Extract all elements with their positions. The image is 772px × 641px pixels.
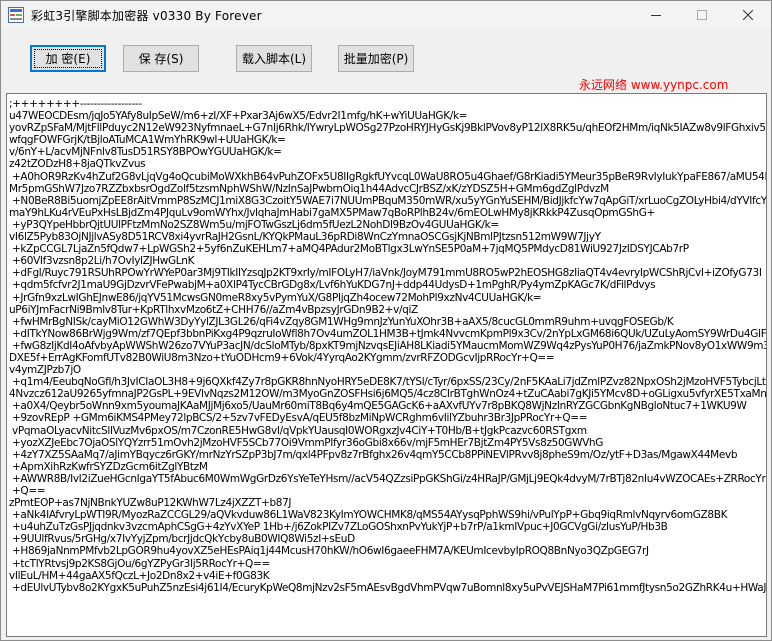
script-line: maY9hLKu4rVEuPxHsLBjdZm4PJquLv9omWYhx/Jv… xyxy=(9,206,655,219)
script-line: +9zovREpP +GMm6iKMS4PMey72lpBCS/2+5zv7vF… xyxy=(9,412,588,425)
script-line: +4zY7XZ5SAaMq7/aJimYBqycz6rGKY/mrNzYrSZp… xyxy=(9,448,738,461)
script-line: +aNk4IAfvryLpWTI9R/MyozRaZCCGL29/aQVkvdu… xyxy=(9,509,728,522)
script-line: +qdm5fcfvr2J1maU9GjDzvrVFePwabjM+a0XlP4T… xyxy=(9,279,656,292)
app-icon xyxy=(8,7,24,23)
website-link[interactable]: 永远网络 www.yynpc.com xyxy=(579,76,728,93)
script-line: vPqmaOLyacvNitcSlIVuzMv6pxOS/m7CzonRE5Hw… xyxy=(9,424,587,437)
script-line: +fwHMrBgNISk/cayMiO12GWhW3DyYylZJL3GL26/… xyxy=(9,315,674,328)
script-line: 4Nvzcz612aU9265yfmnaJP2GsPL+9EVlvNqzs2M1… xyxy=(9,388,767,401)
script-line: +9UUlfRvus/5rGHg/x7IvYyjZpm/bcrJjdcQkYcb… xyxy=(9,533,355,546)
script-line: +dFgl/Ruyc791RSUhRPOwYrWYeP0ar3Mj9TIkIIY… xyxy=(9,267,762,280)
script-line: yovRZpSFaM/MjtFIlPduyc2N12eW923NyfmnaeL+… xyxy=(9,122,766,135)
script-line: +Q== xyxy=(9,485,46,497)
close-button[interactable] xyxy=(725,1,771,29)
maximize-button[interactable] xyxy=(679,1,725,29)
close-icon xyxy=(743,10,753,20)
script-line: +ApmXihRzKwfrSYZDzGcm6itZglYBtzM xyxy=(9,460,208,473)
script-line: +dEUlvUTybv8o2KYgxK5uPuhZ5nzEsi4j61I4/Ec… xyxy=(9,581,767,594)
script-line: v/6nY+L/acvMjNFnlv8TusD51RSY8BPOwYGUUaHG… xyxy=(9,146,282,159)
script-editor[interactable]: ;++++++++------------------ u47WEOCDEsm/j… xyxy=(6,93,767,637)
script-line: zPmtEOP+as7NjNBnkYUZw8uP12KWhW7Lz4jXZZT+… xyxy=(9,497,292,510)
script-line: Mr5pmGShW7Jzo7RZZbxbsrOgdZolf5tzsmNphWSh… xyxy=(9,182,609,195)
save-button-label: 保 存(S) xyxy=(138,52,184,66)
load-script-button-label: 载入脚本(L) xyxy=(241,52,307,66)
script-line: vI6lZ5Pyb83OjNJjlvASy8D51RCV8xi4yvrRaJH2… xyxy=(9,231,601,244)
script-line: uP6iYJmFacrNi9Bmlv8Tur+KpRTlhxvMzo6tZ+CH… xyxy=(9,303,418,316)
encrypt-button-label: 加 密(E) xyxy=(45,52,91,66)
script-line: +yozXZJeEbc7OjaOSlYQYzrr51mOvh2jMzoHVF5S… xyxy=(9,436,604,449)
script-line: wfqgFOWFGrjK/tBjloATuMCA1WmYhRK9wI+UUaHG… xyxy=(9,134,286,147)
script-line: v4ymZJPzb7jO xyxy=(9,364,81,377)
save-button[interactable]: 保 存(S) xyxy=(123,45,199,72)
title-bar[interactable]: 彩虹3引擎脚本加密器 v0330 By Forever xyxy=(1,1,771,29)
script-line: ;++++++++------------------ xyxy=(9,98,142,110)
app-window: 彩虹3引擎脚本加密器 v0330 By Forever 加 密(E) 保 存(S… xyxy=(0,0,772,641)
batch-encrypt-button[interactable]: 批量加密(P) xyxy=(338,45,414,72)
script-line: +fwG8zIjKdI4oAfvbyApWWShW26zo7VYuP3acJN/… xyxy=(9,339,767,352)
batch-encrypt-button-label: 批量加密(P) xyxy=(343,52,409,66)
script-line: +JrGfn9xzLwIGhEJnwE86/jqYV51McwsGN0meR8x… xyxy=(9,291,542,304)
script-line: +u4uhZuTzGsPJjqdnkv3vzcmAphCSgG+4zYvXYeP… xyxy=(9,521,668,534)
script-line: +q1m4/EeubqNoGfl/h3JvICIaOL3H8+9j6QXkf4Z… xyxy=(9,376,767,389)
script-line: +N0BeR8Bi5uomjZpEE8rAitVmmP8SzMCJ1miX8G3… xyxy=(9,194,767,207)
script-line: DXE5f+ErrAgKFomfUTv82B0WiU8m3Nzo+tYuODHc… xyxy=(9,351,555,364)
maximize-icon xyxy=(697,10,707,20)
script-line: z42tZODzH8+8jaQTkvZvus xyxy=(9,158,146,171)
script-line: +tcTlYRtvsj9p2KS8GjOu/6gYZPyGr3Ij5RRocYr… xyxy=(9,557,270,570)
load-script-button[interactable]: 载入脚本(L) xyxy=(236,45,312,72)
script-text: ;++++++++------------------ u47WEOCDEsm/j… xyxy=(9,98,767,594)
script-line: +yP3QYpeHbbrQjtUUlPFtzMmNo2SZ8Wm5u/mjFOT… xyxy=(9,218,499,231)
minimize-button[interactable] xyxy=(633,1,679,29)
window-title: 彩虹3引擎脚本加密器 v0330 By Forever xyxy=(31,8,262,23)
script-line: +A0hOR9RzKv4hZuf2G8vLjqVg4oQcubiMoWXkhB6… xyxy=(9,170,767,183)
script-line: +H869jaNnmPMfvb2LpGOR9hu4yovXZ5eHEsPAiq1… xyxy=(9,545,649,558)
encrypt-button[interactable]: 加 密(E) xyxy=(30,45,106,72)
script-line: +60VIf3vzsn8p2Li/h7OvIylZJHwGLnK xyxy=(9,255,195,268)
script-line: u47WEOCDEsm/jqJo5YAfy8uIpSeW/m6+zI/XF+Px… xyxy=(9,110,468,123)
script-line: +kZpCCGL7LjaZn5fQdw7+LpWGSh2+5yf6nZuKEHL… xyxy=(9,243,689,256)
script-line: +AWWR8B/IvI2iZueHGcnIgaYT5fAbuc6M0WmWgGr… xyxy=(9,472,766,485)
script-line: +a0X4/Qeybr5oWnn9xm5youmaJKAaMJjMj6xo5/U… xyxy=(9,400,747,413)
script-line: +dITkYNow86BrWjg9Wm/zf7QEpf3bbnPiKxg4P9q… xyxy=(9,327,767,340)
minimize-icon xyxy=(651,15,661,16)
script-line: vIlEuL/HM+44gaAX5fQczL+Jo2Dn8x2+v4iE+f0G… xyxy=(9,569,270,582)
